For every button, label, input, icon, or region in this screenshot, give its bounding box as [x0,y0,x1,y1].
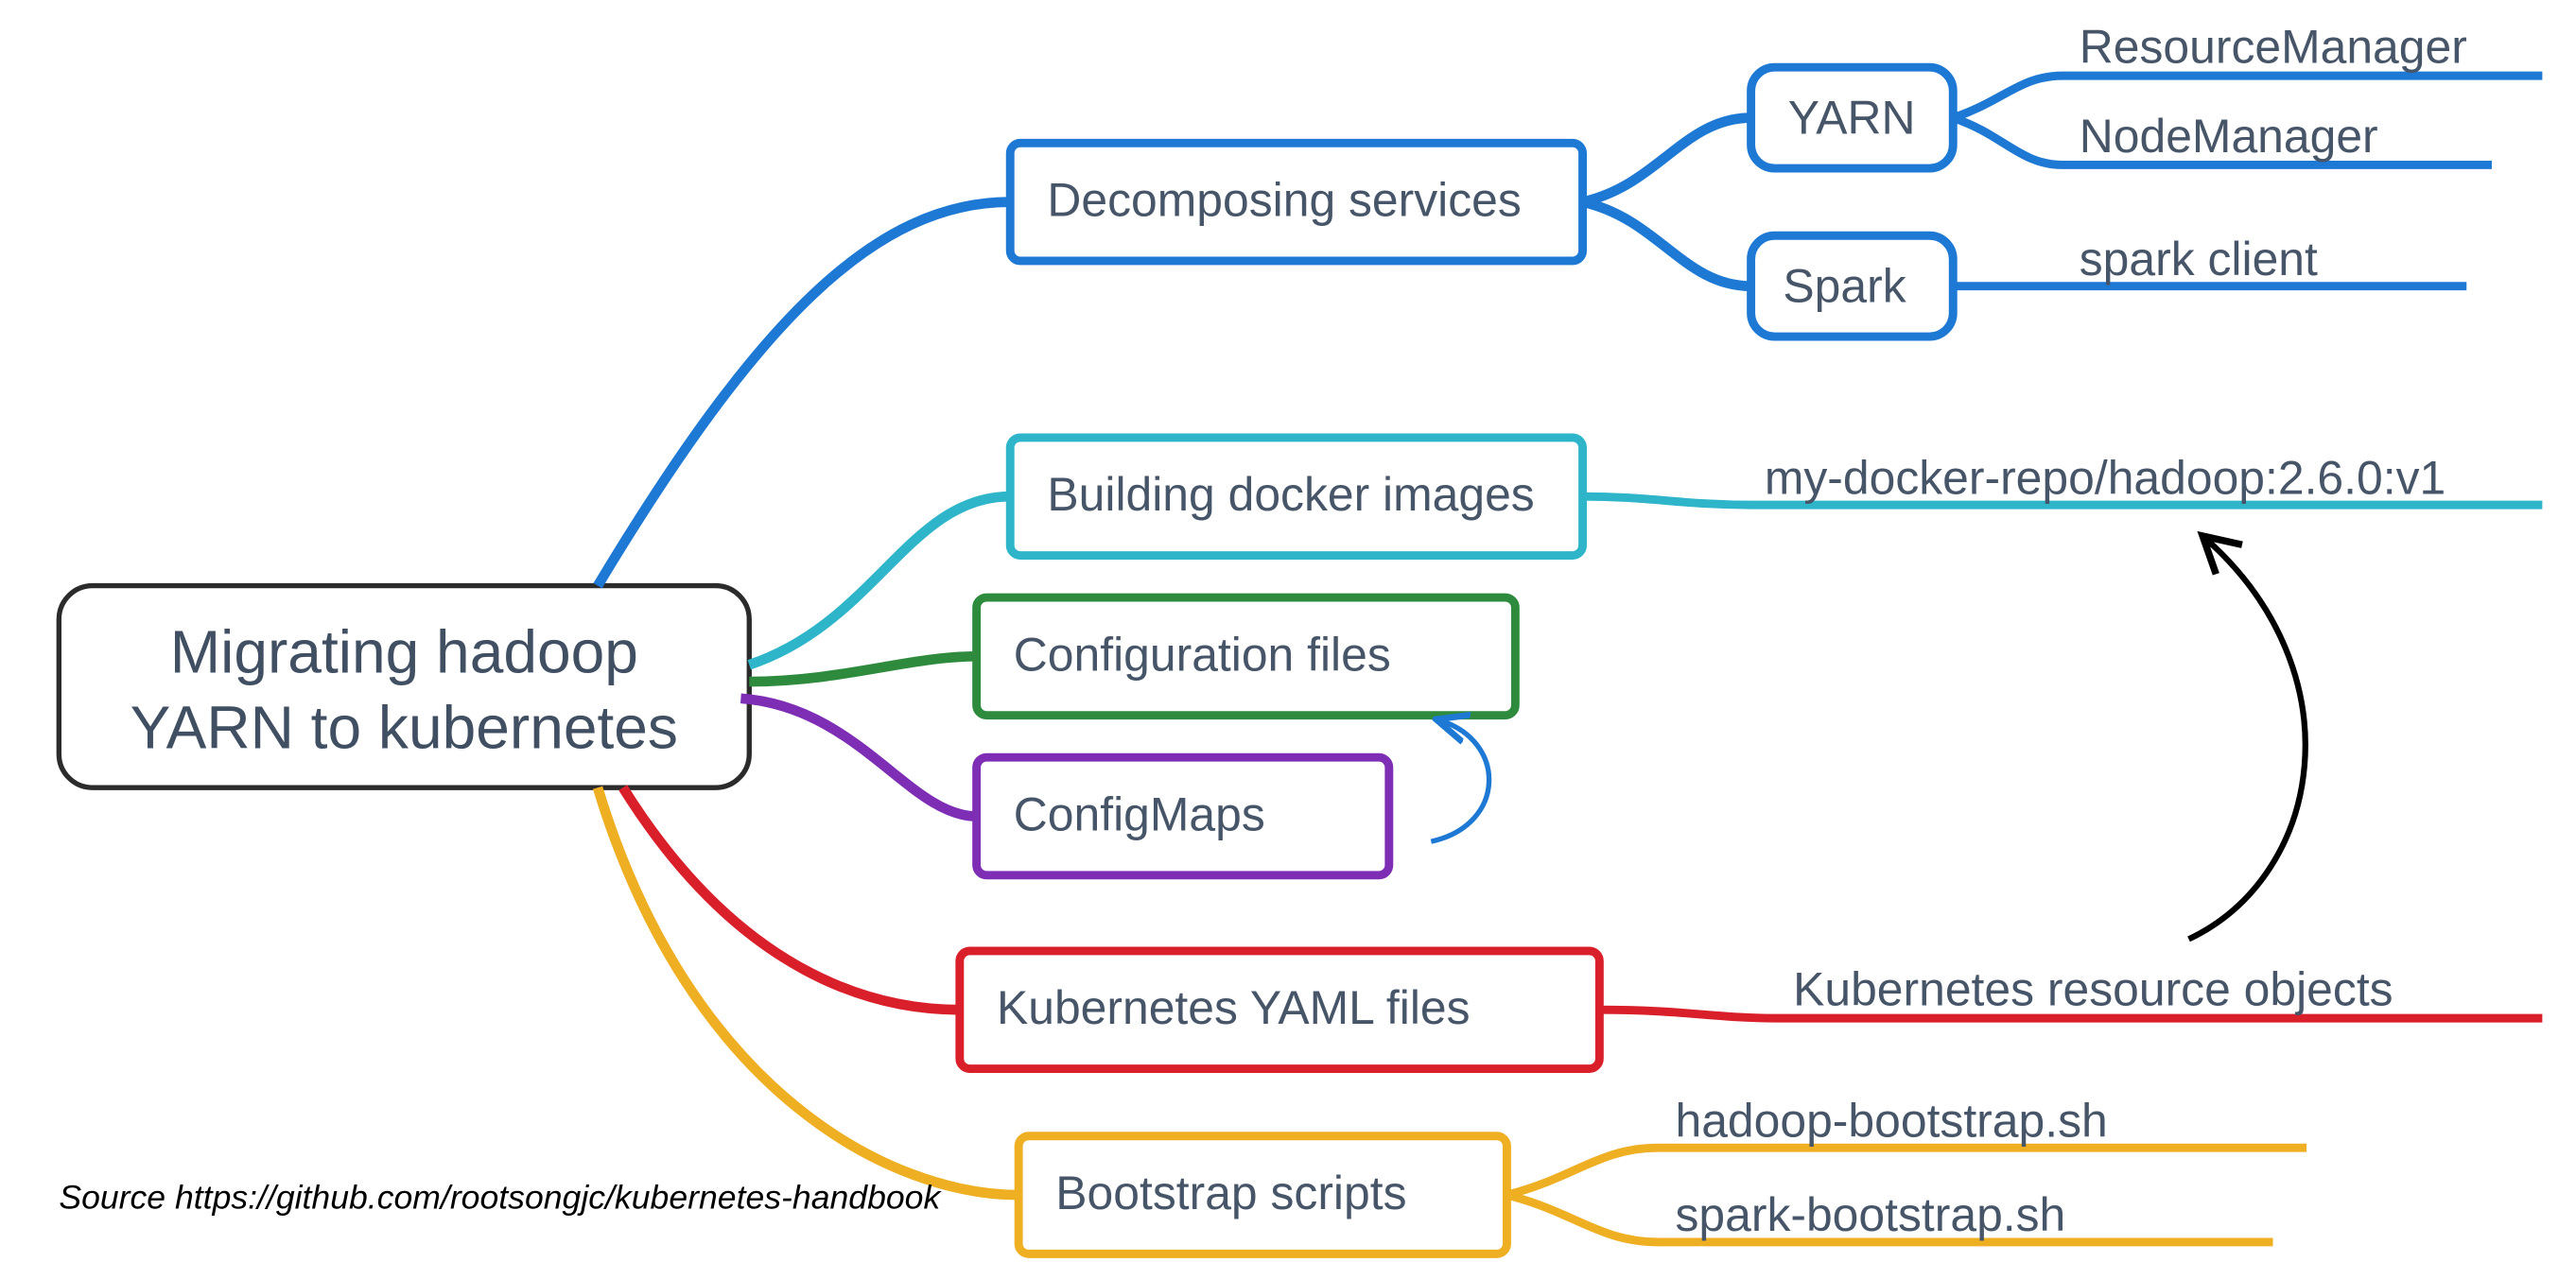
label-configmaps: ConfigMaps [1014,787,1265,840]
label-resourcemanager: ResourceManager [2080,21,2467,74]
edge-root-decomposing [598,202,1010,586]
label-sparkclient: spark client [2080,233,2318,285]
root-title-line2: YARN to kubernetes [131,693,678,761]
arrow-k8sresources-to-dockerimage [2189,539,2306,940]
label-decomposing: Decomposing services [1047,174,1521,227]
label-spark-sh: spark-bootstrap.sh [1675,1188,2065,1241]
edge-root-config [749,656,976,682]
label-nodemanager: NodeManager [2080,110,2378,163]
label-configfiles: Configuration files [1014,628,1391,681]
edge-root-configmaps [740,699,976,817]
label-dockerimage: my-docker-repo/hadoop:2.6.0:v1 [1765,451,2445,504]
edge-root-k8syaml [623,787,960,1010]
root-title-line1: Migrating hadoop [170,617,638,685]
source-citation: Source https://github.com/rootsongjc/kub… [59,1178,942,1216]
label-yarn: YARN [1788,91,1916,144]
edge-decomposing-spark [1583,202,1751,286]
label-bootstrap: Bootstrap scripts [1055,1167,1406,1219]
label-spark: Spark [1783,259,1906,312]
label-k8sresources: Kubernetes resource objects [1793,963,2393,1016]
label-k8syaml: Kubernetes YAML files [997,981,1471,1034]
mindmap-diagram: Migrating hadoop YARN to kubernetes Deco… [0,0,2576,1262]
label-hadoop-sh: hadoop-bootstrap.sh [1675,1094,2107,1147]
edge-decomposing-yarn [1583,118,1751,202]
label-docker: Building docker images [1047,468,1534,521]
arrow-configmaps-to-configfiles [1431,720,1488,841]
edge-root-docker [749,496,1010,665]
